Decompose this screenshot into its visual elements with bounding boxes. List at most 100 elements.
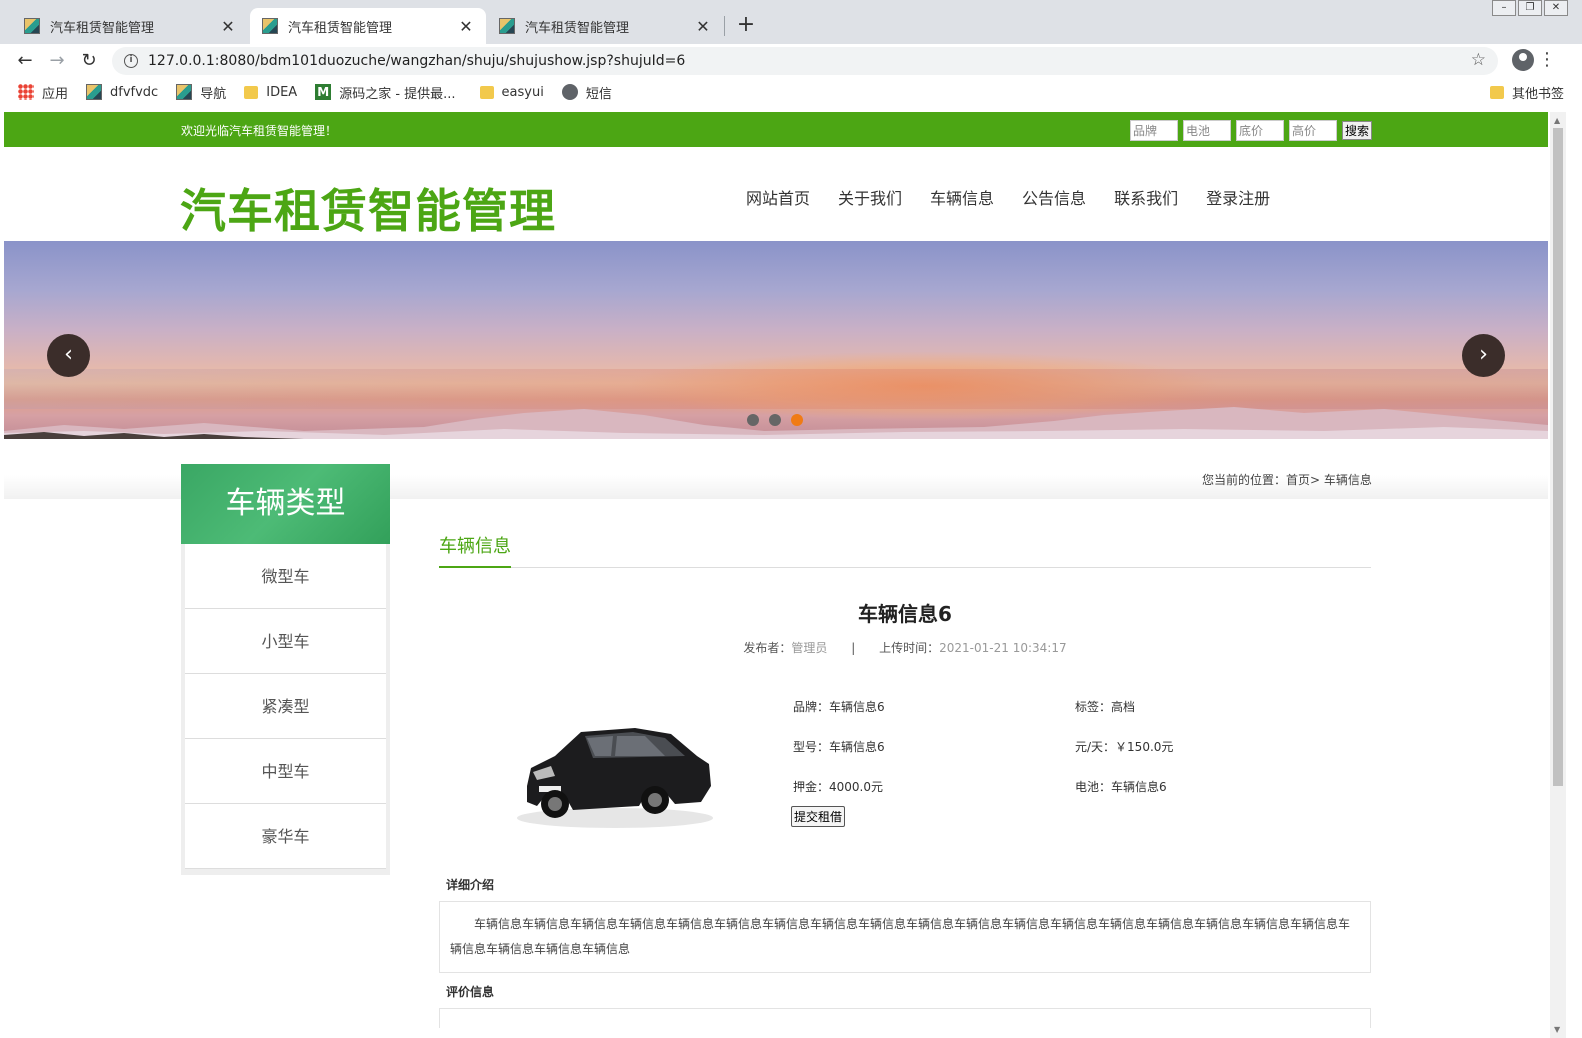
upload-time: 2021-01-21 10:34:17: [939, 641, 1067, 655]
close-window-icon[interactable]: ✕: [1544, 0, 1568, 16]
page-scrollbar[interactable]: ▲ ▼: [1550, 112, 1566, 1038]
bookmarks-bar: 应用 dfvfvdc 导航 IDEA M 源码之家 - 提供最... easyui…: [0, 78, 1582, 106]
main-nav: 网站首页 关于我们 车辆信息 公告信息 联系我们 登录注册: [746, 185, 1270, 209]
close-tab-icon[interactable]: ✕: [695, 17, 711, 36]
nav-login[interactable]: 登录注册: [1206, 185, 1270, 209]
sidebar-item-midsize[interactable]: 中型车: [185, 739, 386, 804]
apps-grid-icon: [18, 84, 34, 100]
close-tab-icon[interactable]: ✕: [220, 17, 236, 36]
back-arrow-icon[interactable]: ←: [14, 50, 36, 72]
section-tab-vehicles: 车辆信息: [439, 532, 511, 568]
bookmark-idea[interactable]: IDEA: [244, 85, 297, 100]
browser-menu-icon[interactable]: ⋮: [1538, 50, 1556, 70]
page-favicon-icon: [24, 18, 40, 34]
tag-field: 标签：高档: [1075, 700, 1136, 714]
globe-icon: [561, 84, 578, 100]
search-button[interactable]: 搜索: [1342, 121, 1373, 140]
main-content: 车辆信息 车辆信息6 发布者：管理员 | 上传时间：2021-01-21 10:…: [439, 532, 1371, 1028]
banner-dot[interactable]: [747, 414, 759, 426]
reload-icon[interactable]: ↻: [78, 50, 100, 72]
page-viewport: 欢迎光临汽车租赁智能管理！ 搜索 汽车租赁智能管理 网站首页 关于我们 车辆信息…: [4, 112, 1548, 1038]
brand-field: 品牌：车辆信息6: [793, 700, 885, 714]
bookmark-other[interactable]: 其他书签: [1489, 83, 1564, 102]
intro-text: 车辆信息车辆信息车辆信息车辆信息车辆信息车辆信息车辆信息车辆信息车辆信息车辆信息…: [439, 901, 1371, 973]
folder-icon: [244, 85, 259, 99]
publisher-name: 管理员: [791, 641, 828, 655]
bookmark-apps[interactable]: 应用: [18, 83, 68, 102]
model-field: 型号：车辆信息6: [793, 740, 885, 754]
page-favicon-icon: [176, 84, 193, 100]
deposit-field: 押金：4000.0元: [793, 780, 883, 794]
bookmark-easyui[interactable]: easyui: [479, 85, 544, 100]
battery-input[interactable]: [1183, 120, 1231, 141]
site-info-icon[interactable]: i: [124, 54, 138, 68]
close-tab-icon[interactable]: ✕: [458, 17, 474, 36]
scroll-up-arrow-icon[interactable]: ▲: [1554, 116, 1560, 125]
sidebar-item-small[interactable]: 小型车: [185, 609, 386, 674]
restore-icon[interactable]: ❐: [1518, 0, 1542, 16]
page-favicon-icon: [86, 84, 103, 100]
review-heading: 评价信息: [446, 985, 495, 999]
tab-title: 汽车租赁智能管理: [288, 20, 393, 36]
browser-tab-1[interactable]: 汽车租赁智能管理 ✕: [12, 8, 248, 44]
brand-input[interactable]: [1130, 120, 1178, 141]
top-search-form: 搜索: [1130, 120, 1373, 141]
profile-avatar-icon[interactable]: [1512, 49, 1534, 71]
site-header: 汽车租赁智能管理 网站首页 关于我们 车辆信息 公告信息 联系我们 登录注册: [4, 147, 1548, 241]
banner-dot[interactable]: [791, 414, 803, 426]
breadcrumb: 您当前的位置：首页> 车辆信息: [1202, 473, 1372, 487]
scroll-down-arrow-icon[interactable]: ▼: [1554, 1025, 1560, 1034]
intro-heading: 详细介绍: [446, 878, 495, 892]
site-logo[interactable]: 汽车租赁智能管理: [180, 175, 556, 241]
minimize-icon[interactable]: –: [1492, 0, 1516, 16]
nav-notices[interactable]: 公告信息: [1022, 185, 1086, 209]
review-box: [439, 1008, 1371, 1028]
url-text[interactable]: 127.0.0.1:8080/bdm101duozuche/wangzhan/s…: [148, 53, 685, 69]
banner-dot[interactable]: [769, 414, 781, 426]
section-divider: [439, 567, 1371, 568]
new-tab-plus-icon[interactable]: +: [734, 12, 758, 37]
price-field: 元/天：￥150.0元: [1075, 740, 1174, 754]
browser-tab-3[interactable]: 汽车租赁智能管理 ✕: [487, 8, 723, 44]
high-price-input[interactable]: [1289, 120, 1337, 141]
bookmark-star-icon[interactable]: ☆: [1471, 50, 1486, 70]
sidebar-item-compact[interactable]: 紧凑型: [185, 674, 386, 739]
nav-vehicles[interactable]: 车辆信息: [930, 185, 994, 209]
scrollbar-thumb[interactable]: [1553, 128, 1563, 786]
bookmark-nav[interactable]: 导航: [176, 83, 226, 102]
folder-icon: [479, 85, 494, 99]
page-favicon-icon: [262, 18, 278, 34]
breadcrumb-current: 车辆信息: [1323, 473, 1372, 487]
forward-arrow-icon[interactable]: →: [46, 50, 68, 72]
submit-rental-button[interactable]: 提交租借: [791, 806, 846, 827]
battery-field: 电池：车辆信息6: [1075, 780, 1167, 794]
tab-title: 汽车租赁智能管理: [525, 20, 630, 36]
low-price-input[interactable]: [1236, 120, 1284, 141]
banner-next-arrow-icon[interactable]: ›: [1462, 334, 1505, 377]
breadcrumb-home-link[interactable]: 首页: [1286, 473, 1310, 487]
category-sidebar: 车辆类型 微型车 小型车 紧凑型 中型车 豪华车: [181, 464, 390, 875]
browser-tab-2[interactable]: 汽车租赁智能管理 ✕: [250, 8, 486, 44]
address-bar[interactable]: i 127.0.0.1:8080/bdm101duozuche/wangzhan…: [112, 47, 1498, 75]
bookmark-source-home[interactable]: M 源码之家 - 提供最...: [315, 83, 456, 102]
bookmark-sms[interactable]: 短信: [561, 83, 612, 102]
banner-prev-arrow-icon[interactable]: ‹: [47, 334, 90, 377]
hero-banner: ‹ ›: [4, 241, 1548, 439]
window-controls: – ❐ ✕: [1492, 0, 1568, 16]
welcome-text: 欢迎光临汽车租赁智能管理！: [181, 124, 338, 138]
nav-contact[interactable]: 联系我们: [1114, 185, 1178, 209]
page-title: 车辆信息6: [858, 602, 952, 626]
nav-about[interactable]: 关于我们: [838, 185, 902, 209]
site-top-bar: 欢迎光临汽车租赁智能管理！ 搜索: [4, 112, 1548, 147]
bookmark-dfvfvdc[interactable]: dfvfvdc: [86, 84, 158, 100]
sidebar-item-mini[interactable]: 微型车: [185, 544, 386, 609]
car-image: [517, 728, 713, 828]
category-list: 微型车 小型车 紧凑型 中型车 豪华车: [185, 544, 386, 869]
browser-toolbar: ← → ↻ i 127.0.0.1:8080/bdm101duozuche/wa…: [0, 44, 1582, 78]
sidebar-item-luxury[interactable]: 豪华车: [185, 804, 386, 869]
nav-home[interactable]: 网站首页: [746, 185, 810, 209]
post-meta: 发布者：管理员 | 上传时间：2021-01-21 10:34:17: [743, 641, 1067, 655]
vehicle-detail: 品牌：车辆信息6 标签：高档 型号：车辆信息6 元/天：￥150.0元 押金：4…: [439, 676, 1371, 866]
folder-icon: [1489, 85, 1504, 99]
tab-title: 汽车租赁智能管理: [50, 20, 155, 36]
